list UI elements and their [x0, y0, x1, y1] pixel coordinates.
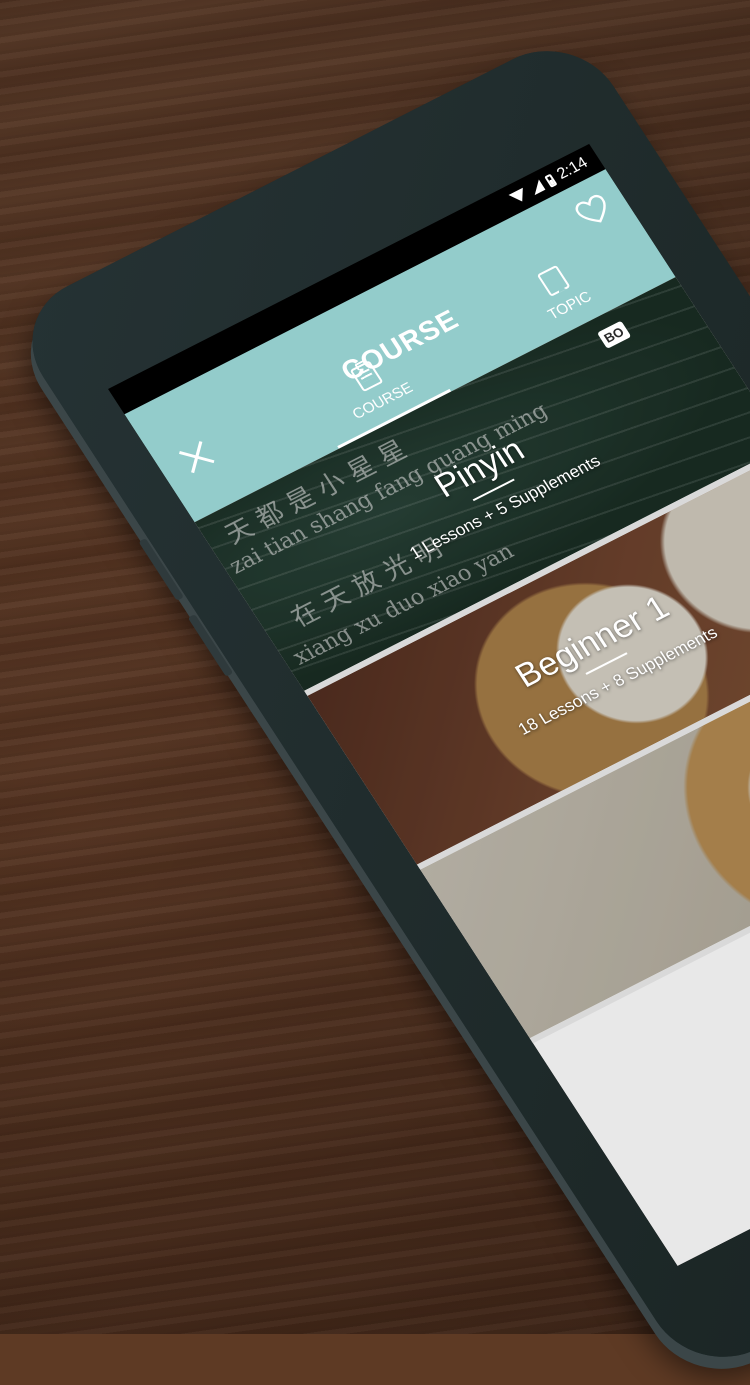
clipboard-icon: [349, 359, 384, 392]
bookmark-icon: [536, 264, 571, 297]
battery-icon: [543, 173, 558, 188]
wifi-icon: [508, 187, 530, 206]
phone-device: 2:14 COURSE COURSE TOPIC 天 都 是 小 星 星 zai…: [5, 27, 750, 1381]
signal-icon: [528, 179, 546, 196]
phone-mockup: 2:14 COURSE COURSE TOPIC 天 都 是 小 星 星 zai…: [0, 0, 750, 1381]
